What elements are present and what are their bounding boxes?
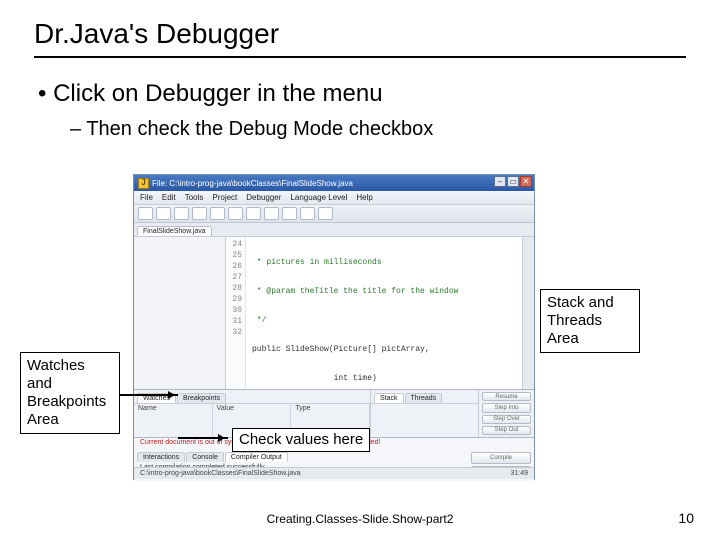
toolbar [134,205,534,223]
step-over-button[interactable]: Step Over [482,415,531,424]
scrollbar[interactable] [522,237,534,389]
callout-stack-threads: Stack and Threads Area [540,289,640,353]
status-bar: C:\intro-prog-java\bookClasses\FinalSlid… [134,467,534,479]
window-title-text: File: C:\intro-prog-java\bookClasses\Fin… [152,179,353,188]
status-file-path: C:\intro-prog-java\bookClasses\FinalSlid… [140,470,301,477]
menu-help[interactable]: Help [356,193,372,202]
callout-check-values: Check values here [232,428,370,452]
tab-threads[interactable]: Threads [405,393,443,403]
window-titlebar: J File: C:\intro-prog-java\bookClasses\F… [134,175,534,191]
footer-center: Creating.Classes-Slide.Show-part2 [0,512,720,526]
code-lines: * pictures in milliseconds * @param theT… [246,237,462,389]
toolbar-button[interactable] [210,207,225,220]
menu-debugger[interactable]: Debugger [246,193,281,202]
menu-file[interactable]: File [140,193,153,202]
toolbar-button[interactable] [282,207,297,220]
page-number: 10 [678,510,694,526]
toolbar-button[interactable] [300,207,315,220]
menubar: File Edit Tools Project Debugger Languag… [134,191,534,205]
menu-project[interactable]: Project [212,193,237,202]
drjava-icon: J [138,178,149,189]
status-cursor-pos: 31:49 [510,470,528,477]
compile-button[interactable]: Compile [471,452,531,464]
menu-edit[interactable]: Edit [162,193,176,202]
tab-console[interactable]: Console [186,452,224,462]
toolbar-button[interactable] [264,207,279,220]
tab-compiler-output[interactable]: Compiler Output [225,452,288,462]
toolbar-button[interactable] [228,207,243,220]
stack-threads-panel: Stack Threads [370,390,478,437]
debugger-buttons: Resume Step Into Step Over Step Out [478,390,534,437]
minimize-icon[interactable]: – [494,176,506,187]
callout-watches-breakpoints: Watches and Breakpoints Area [20,352,120,434]
toolbar-button[interactable] [246,207,261,220]
resume-button[interactable]: Resume [482,392,531,401]
toolbar-button[interactable] [192,207,207,220]
watches-col-name: Name [134,404,213,437]
menu-languagelevel[interactable]: Language Level [290,193,347,202]
code-editor[interactable]: 24 25 26 27 28 29 30 31 32 * pictures in… [226,237,522,389]
toolbar-button[interactable] [156,207,171,220]
bullet-list: • Click on Debugger in the menu – Then c… [0,58,720,141]
close-icon[interactable]: ✕ [520,176,532,187]
maximize-icon[interactable]: ▭ [507,176,519,187]
toolbar-button[interactable] [174,207,189,220]
file-tab[interactable]: FinalSlideShow.java [137,226,212,236]
step-out-button[interactable]: Step Out [482,426,531,435]
tab-interactions[interactable]: Interactions [137,452,185,462]
arrow-watches [120,394,178,396]
file-tabs: FinalSlideShow.java [134,223,534,237]
tab-stack[interactable]: Stack [374,393,404,403]
menu-tools[interactable]: Tools [185,193,204,202]
step-into-button[interactable]: Step Into [482,403,531,412]
line-number-gutter: 24 25 26 27 28 29 30 31 32 [226,237,246,389]
toolbar-button[interactable] [138,207,153,220]
bullet-2: – Then check the Debug Mode checkbox [34,108,720,141]
tab-breakpoints[interactable]: Breakpoints [177,393,226,403]
arrow-check [178,437,228,439]
bullet-1: • Click on Debugger in the menu [34,80,720,108]
slide-title: Dr.Java's Debugger [0,0,720,52]
toolbar-button[interactable] [318,207,333,220]
project-panel [134,237,226,389]
